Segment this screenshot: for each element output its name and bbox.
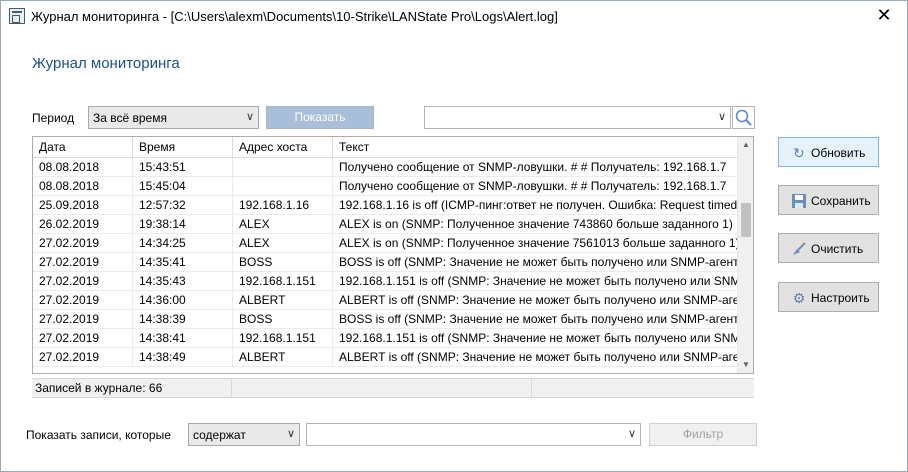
cell-host: 192.168.1.151 <box>233 272 333 291</box>
scroll-up-arrow-icon[interactable]: ▲ <box>738 137 753 153</box>
cell-date: 27.02.2019 <box>33 348 133 367</box>
table-body: 08.08.2018 15:43:51 Получено сообщение о… <box>33 158 738 373</box>
cell-text: ALEX is on (SNMP: Полученное значение 75… <box>333 234 738 253</box>
cell-date: 08.08.2018 <box>33 158 133 177</box>
cell-text: ALBERT is off (SNMP: Значение не может б… <box>333 291 738 310</box>
status-bar: Записей в журнале: 66 <box>32 378 754 398</box>
show-button[interactable]: Показать <box>266 106 374 129</box>
cell-date: 27.02.2019 <box>33 272 133 291</box>
cell-host: ALEX <box>233 234 333 253</box>
clear-button[interactable]: Очистить <box>778 233 879 263</box>
cell-text: ALBERT is off (SNMP: Значение не может б… <box>333 348 738 367</box>
cell-text: Получено сообщение от SNMP-ловушки. # # … <box>333 177 738 196</box>
table-row[interactable]: 27.02.2019 14:38:39 BOSS BOSS is off (SN… <box>33 310 738 329</box>
magnifier-icon <box>735 109 752 126</box>
cell-time: 14:36:00 <box>133 291 233 310</box>
cell-host: ALBERT <box>233 348 333 367</box>
save-button[interactable]: Сохранить <box>778 185 879 215</box>
cell-time: 15:45:04 <box>133 177 233 196</box>
table-row[interactable]: 27.02.2019 14:36:00 ALBERT ALBERT is off… <box>33 291 738 310</box>
column-header-time[interactable]: Время <box>133 137 233 158</box>
cell-text: 192.168.1.16 is off (ICMP-пинг:ответ не … <box>333 196 738 215</box>
log-table: Дата Время Адрес хоста Текст 08.08.2018 … <box>32 136 754 374</box>
column-header-host[interactable]: Адрес хоста <box>233 137 333 158</box>
filter-mode-dropdown[interactable]: содержат ∨ <box>188 423 300 446</box>
cell-time: 14:38:49 <box>133 348 233 367</box>
cell-date: 27.02.2019 <box>33 310 133 329</box>
table-row[interactable]: 27.02.2019 14:34:25 ALEX ALEX is on (SNM… <box>33 234 738 253</box>
search-button[interactable] <box>732 106 755 129</box>
chevron-down-icon: ∨ <box>627 428 636 440</box>
chevron-down-icon: ∨ <box>286 428 295 440</box>
table-row[interactable]: 27.02.2019 14:38:41 192.168.1.151 192.16… <box>33 329 738 348</box>
cell-time: 14:35:41 <box>133 253 233 272</box>
cell-date: 26.02.2019 <box>33 215 133 234</box>
cell-host: 192.168.1.16 <box>233 196 333 215</box>
cell-host: ALBERT <box>233 291 333 310</box>
cell-time: 14:38:41 <box>133 329 233 348</box>
table-row[interactable]: 27.02.2019 14:38:49 ALBERT ALBERT is off… <box>33 348 738 367</box>
cell-time: 14:35:43 <box>133 272 233 291</box>
cell-time: 12:57:32 <box>133 196 233 215</box>
cell-time: 19:38:14 <box>133 215 233 234</box>
cell-text: 192.168.1.151 is off (SNMP: Значение не … <box>333 272 738 291</box>
column-header-date[interactable]: Дата <box>33 137 133 158</box>
cell-text: 192.168.1.151 is off (SNMP: Значение не … <box>333 329 738 348</box>
refresh-icon: ↻ <box>793 145 805 161</box>
cell-host: ALEX <box>233 215 333 234</box>
cell-date: 27.02.2019 <box>33 329 133 348</box>
period-dropdown[interactable]: За всё время ∨ <box>88 106 259 129</box>
status-panel <box>232 379 532 397</box>
title-bar: Журнал мониторинга - [C:\Users\alexm\Doc… <box>1 1 907 32</box>
table-row[interactable]: 26.02.2019 19:38:14 ALEX ALEX is on (SNM… <box>33 215 738 234</box>
filter-label: Показать записи, которые <box>26 428 171 442</box>
table-row[interactable]: 27.02.2019 14:35:41 BOSS BOSS is off (SN… <box>33 253 738 272</box>
cell-host <box>233 177 333 196</box>
scrollbar-thumb[interactable] <box>741 203 751 237</box>
table-header: Дата Время Адрес хоста Текст <box>33 137 738 158</box>
cell-time: 14:34:25 <box>133 234 233 253</box>
table-row[interactable]: 08.08.2018 15:43:51 Получено сообщение о… <box>33 158 738 177</box>
vertical-scrollbar[interactable]: ▲ ▼ <box>737 137 753 373</box>
cell-text: BOSS is off (SNMP: Значение не может быт… <box>333 253 738 272</box>
cell-text: Получено сообщение от SNMP-ловушки. # # … <box>333 158 738 177</box>
column-header-text[interactable]: Текст <box>333 137 738 158</box>
app-window-icon <box>9 8 25 24</box>
table-row[interactable]: 08.08.2018 15:45:04 Получено сообщение о… <box>33 177 738 196</box>
period-label: Период <box>32 111 75 125</box>
cell-host: 192.168.1.151 <box>233 329 333 348</box>
refresh-button[interactable]: ↻ Обновить <box>778 137 879 167</box>
cell-host <box>233 158 333 177</box>
floppy-disk-icon <box>791 193 807 209</box>
filter-button[interactable]: Фильтр <box>649 423 757 446</box>
cell-date: 08.08.2018 <box>33 177 133 196</box>
scroll-down-arrow-icon[interactable]: ▼ <box>738 357 753 373</box>
cell-date: 27.02.2019 <box>33 253 133 272</box>
broom-icon <box>791 241 807 257</box>
cell-date: 25.09.2018 <box>33 196 133 215</box>
chevron-down-icon: ∨ <box>717 111 726 123</box>
filter-text-combo[interactable]: ∨ <box>306 423 641 446</box>
filter-mode-value: содержат <box>193 428 246 442</box>
window-title: Журнал мониторинга - [C:\Users\alexm\Doc… <box>31 9 558 24</box>
table-row[interactable]: 25.09.2018 12:57:32 192.168.1.16 192.168… <box>33 196 738 215</box>
cell-time: 14:38:39 <box>133 310 233 329</box>
records-count: Записей в журнале: 66 <box>32 379 232 397</box>
period-selected-value: За всё время <box>93 111 167 125</box>
cell-host: BOSS <box>233 310 333 329</box>
cell-text: ALEX is on (SNMP: Полученное значение 74… <box>333 215 738 234</box>
cell-date: 27.02.2019 <box>33 234 133 253</box>
close-button[interactable]: ✕ <box>861 1 907 31</box>
search-combo[interactable]: ∨ <box>424 106 731 129</box>
chevron-down-icon: ∨ <box>245 111 254 123</box>
monitoring-log-window: Журнал мониторинга - [C:\Users\alexm\Doc… <box>0 0 908 472</box>
table-row[interactable]: 27.02.2019 14:35:43 192.168.1.151 192.16… <box>33 272 738 291</box>
gears-icon: ⚙ <box>792 290 806 306</box>
cell-text: BOSS is off (SNMP: Значение не может быт… <box>333 310 738 329</box>
cell-date: 27.02.2019 <box>33 291 133 310</box>
settings-button[interactable]: ⚙ Настроить <box>778 282 879 312</box>
cell-time: 15:43:51 <box>133 158 233 177</box>
page-title: Журнал мониторинга <box>32 55 180 72</box>
cell-host: BOSS <box>233 253 333 272</box>
